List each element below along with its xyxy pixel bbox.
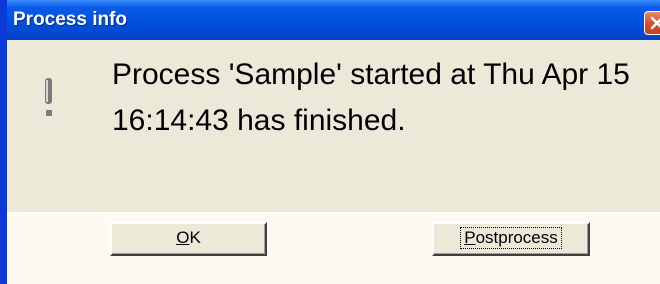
postprocess-button[interactable]: Postprocess [432,222,590,256]
close-button[interactable] [644,11,660,35]
window-title: Process info [13,9,128,30]
ok-button-label: OK [176,228,201,247]
ok-button[interactable]: OK [110,222,267,256]
dialog-message: Process 'Sample' started at Thu Apr 15 1… [112,58,630,137]
process-info-dialog: Process info Process 'Sample' started at… [0,0,660,284]
title-bar[interactable]: Process info [7,0,660,40]
close-icon [650,16,660,30]
postprocess-button-label: Postprocess [460,227,562,249]
info-exclamation-icon [41,78,55,125]
